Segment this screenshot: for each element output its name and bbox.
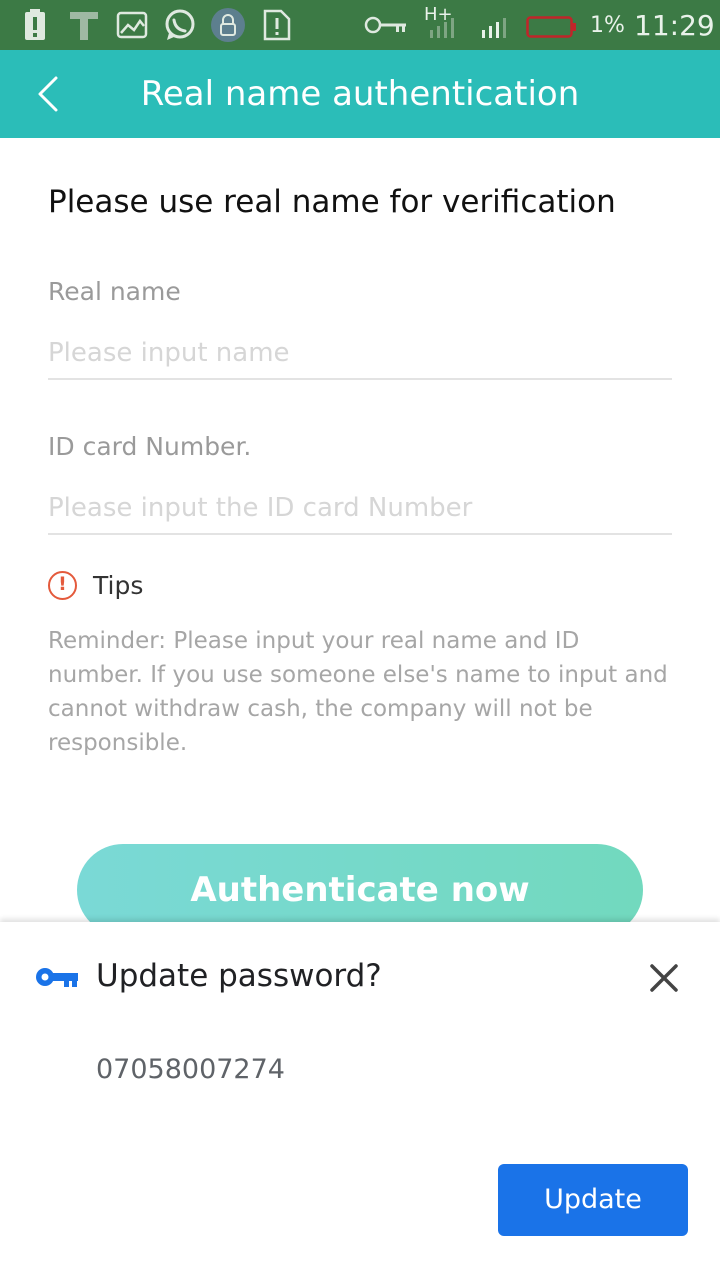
password-update-sheet: Update password? 07058007274 Update: [0, 922, 720, 1280]
form-heading: Please use real name for verification: [48, 184, 616, 220]
real-name-input[interactable]: [48, 328, 672, 380]
battery-percent: 1%: [590, 13, 625, 38]
battery-alert-icon: [25, 9, 45, 40]
image-icon: [116, 11, 148, 39]
key-icon: [36, 968, 78, 987]
whatsapp-icon: [165, 9, 195, 40]
clock: 11:29: [634, 9, 715, 42]
id-card-label: ID card Number.: [48, 432, 252, 461]
page-title: Real name authentication: [140, 74, 580, 114]
update-button[interactable]: Update: [498, 1164, 688, 1236]
vpn-key-icon: [364, 16, 406, 34]
battery-low-icon: [526, 16, 576, 38]
app-bar: Real name authentication: [0, 50, 720, 138]
sheet-title: Update password?: [96, 958, 382, 994]
signal-icon: [430, 18, 506, 38]
reminder-text: Reminder: Please input your real name an…: [48, 628, 668, 756]
file-alert-icon: [263, 9, 291, 41]
status-bar: H+ 1% 11:29: [0, 0, 720, 50]
exclamation-circle-icon: !: [48, 571, 77, 600]
tips-label: Tips: [93, 571, 144, 600]
close-icon[interactable]: [644, 958, 684, 998]
account-username: 07058007274: [96, 1054, 285, 1085]
real-name-label: Real name: [48, 277, 181, 306]
id-card-input[interactable]: [48, 483, 672, 535]
lock-icon: [211, 8, 245, 42]
t-app-icon: [70, 12, 98, 40]
